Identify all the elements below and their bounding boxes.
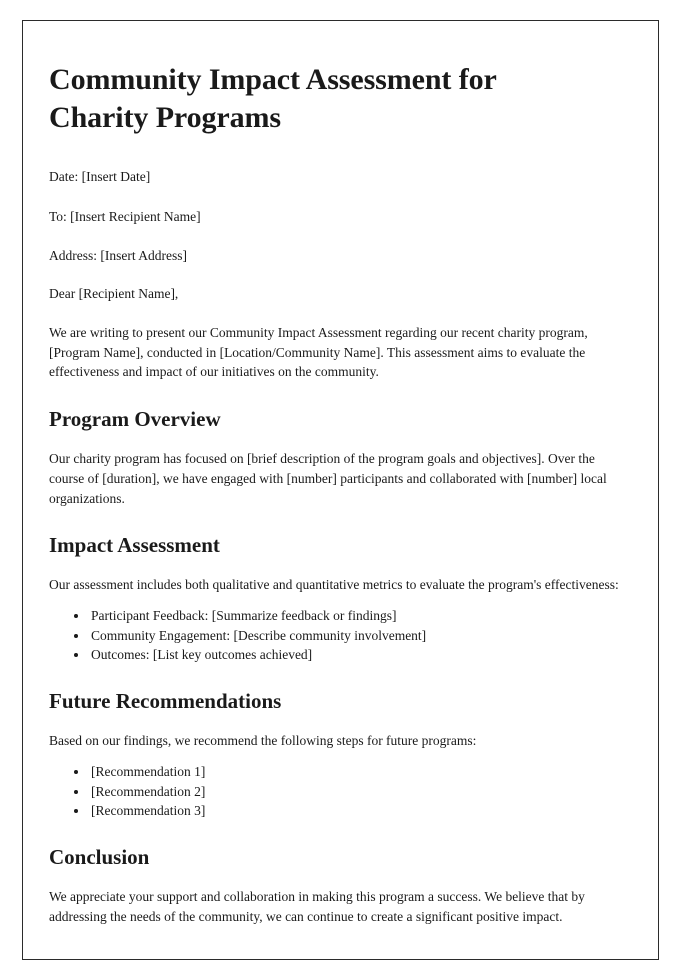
- page-title: Community Impact Assessment for Charity …: [49, 63, 497, 135]
- list-item: [Recommendation 2]: [89, 783, 632, 801]
- section-heading-future-recommendations: Future Recommendations: [49, 689, 282, 714]
- meta-field-recipient: To: [Insert Recipient Name]: [49, 208, 201, 224]
- impact-assessment-list: Participant Feedback: [Summarize feedbac…: [49, 607, 632, 664]
- list-item: [Recommendation 1]: [89, 763, 632, 781]
- document-page: Community Impact Assessment for Charity …: [22, 20, 659, 960]
- list-item: [Recommendation 3]: [89, 802, 632, 820]
- list-item: Participant Feedback: [Summarize feedbac…: [89, 607, 632, 625]
- section-paragraph-program-overview: Our charity program has focused on [brie…: [49, 451, 607, 506]
- meta-field-date: Date: [Insert Date]: [49, 169, 151, 185]
- section-heading-conclusion: Conclusion: [49, 845, 150, 870]
- list-item: Outcomes: [List key outcomes achieved]: [89, 646, 632, 664]
- section-paragraph-impact-assessment: Our assessment includes both qualitative…: [49, 577, 619, 593]
- future-recommendations-list: [Recommendation 1] [Recommendation 2] [R…: [49, 763, 632, 820]
- section-heading-program-overview: Program Overview: [49, 406, 221, 431]
- list-item: Community Engagement: [Describe communit…: [89, 627, 632, 645]
- section-heading-impact-assessment: Impact Assessment: [49, 533, 220, 558]
- salutation: Dear [Recipient Name],: [49, 285, 179, 301]
- intro-paragraph: We are writing to present our Community …: [49, 324, 588, 380]
- meta-field-address: Address: [Insert Address]: [49, 248, 187, 264]
- section-paragraph-conclusion: We appreciate your support and collabora…: [49, 889, 585, 925]
- section-paragraph-future-recommendations: Based on our findings, we recommend the …: [49, 733, 477, 749]
